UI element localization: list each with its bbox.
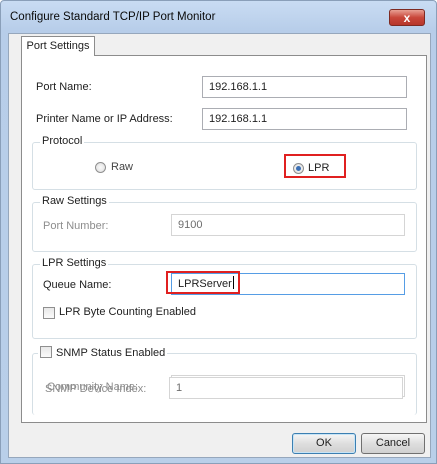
port-name-input[interactable]: 192.168.1.1 — [202, 76, 407, 98]
cancel-button[interactable]: Cancel — [361, 433, 425, 454]
queue-name-label: Queue Name: — [43, 279, 112, 291]
ok-button[interactable]: OK — [292, 433, 356, 454]
dialog-body: Port Settings Port Name: 192.168.1.1 Pri… — [8, 33, 431, 458]
snmp-enabled-label[interactable]: SNMP Status Enabled — [56, 347, 165, 359]
protocol-group: Protocol Raw LPR — [32, 135, 417, 190]
raw-settings-group: Raw Settings Port Number: 9100 — [32, 195, 417, 252]
close-icon: x — [403, 11, 411, 25]
device-index-input[interactable]: 1 — [169, 377, 403, 399]
snmp-legend: SNMP Status Enabled — [38, 346, 168, 359]
port-number-input[interactable]: 9100 — [171, 214, 405, 236]
snmp-enabled-checkbox[interactable] — [40, 346, 52, 358]
printer-address-input[interactable]: 192.168.1.1 — [202, 108, 407, 130]
port-settings-panel: Port Name: 192.168.1.1 Printer Name or I… — [21, 55, 427, 423]
title-bar[interactable]: Configure Standard TCP/IP Port Monitor x — [1, 1, 436, 33]
raw-radio[interactable] — [95, 162, 106, 173]
protocol-legend: Protocol — [40, 135, 85, 147]
lpr-settings-legend: LPR Settings — [40, 257, 109, 269]
raw-settings-legend: Raw Settings — [40, 195, 109, 207]
window-title: Configure Standard TCP/IP Port Monitor — [10, 11, 216, 23]
printer-address-label: Printer Name or IP Address: — [36, 113, 173, 125]
close-button[interactable]: x — [389, 9, 425, 26]
raw-radio-label[interactable]: Raw — [111, 161, 133, 173]
lpr-settings-group: LPR Settings Queue Name: LPRServer LPR B… — [32, 257, 417, 339]
lpr-byte-counting-checkbox[interactable] — [43, 307, 55, 319]
queue-name-highlight-box — [166, 271, 240, 294]
lpr-byte-counting-label[interactable]: LPR Byte Counting Enabled — [59, 306, 196, 318]
port-name-label: Port Name: — [36, 81, 92, 93]
device-index-label: SNMP Device Index: — [45, 383, 147, 395]
tab-port-settings[interactable]: Port Settings — [21, 36, 95, 56]
dialog-window: Configure Standard TCP/IP Port Monitor x… — [0, 0, 437, 464]
lpr-highlight-box — [284, 154, 346, 178]
port-number-label: Port Number: — [43, 220, 109, 232]
